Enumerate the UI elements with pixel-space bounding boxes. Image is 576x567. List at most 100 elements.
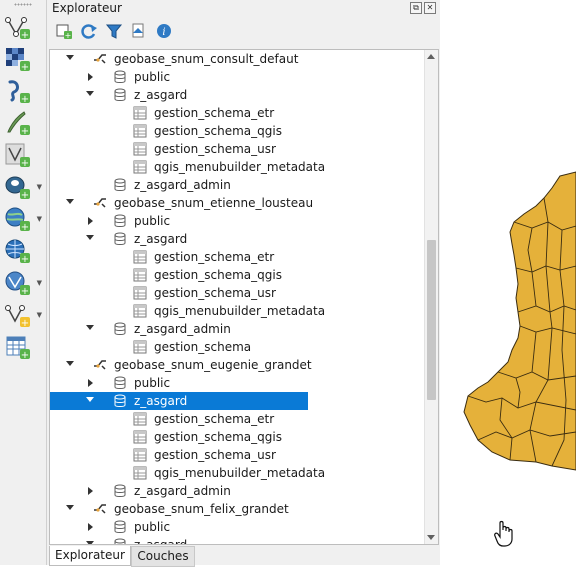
vertical-scrollbar[interactable] [424,50,438,544]
tree-row-connection[interactable]: geobase_snum_consult_defaut [50,50,424,68]
chevron-down-icon[interactable]: ▼ [37,215,42,223]
tree-row-schema[interactable]: z_asgard_admin [50,176,424,194]
digitize-button[interactable]: + [2,108,42,136]
tree-row-connection[interactable]: geobase_snum_eugenie_grandet [50,356,424,374]
tree-row-schema[interactable]: public [50,518,424,536]
tree-row-table[interactable]: qgis_menubuilder_metadata [50,158,424,176]
tree-row-schema[interactable]: public [50,212,424,230]
schema-database-icon [114,538,126,544]
toolbar-grip[interactable] [14,3,32,6]
tree-item-label: geobase_snum_felix_grandet [114,502,289,516]
table-icon [133,304,147,318]
expand-arrow-icon[interactable] [86,541,94,544]
tree-row-table[interactable]: gestion_schema_etr [50,104,424,122]
chevron-down-icon[interactable]: ▼ [37,311,42,319]
collapse-arrow-icon[interactable] [88,379,93,387]
expand-arrow-icon[interactable] [86,235,94,240]
new-vector-layer-icon: + [5,17,30,40]
wms-add-button[interactable]: + ▼ [2,204,42,232]
tree-row-schema[interactable]: z_asgard [50,230,424,248]
tree-row-connection[interactable]: geobase_snum_etienne_lousteau [50,194,424,212]
tree-row-table[interactable]: qgis_menubuilder_metadata [50,302,424,320]
table-icon [133,106,147,120]
scroll-up-icon[interactable] [427,54,435,59]
svg-text:+: + [21,318,29,328]
expand-arrow-icon[interactable] [86,397,94,402]
tree-row-table[interactable]: gestion_schema_qgis [50,266,424,284]
table-add-button[interactable]: + [2,332,42,360]
scroll-thumb[interactable] [427,240,436,400]
refresh-icon[interactable] [80,22,98,40]
globe-add-button[interactable]: + [2,236,42,264]
svg-text:+: + [21,350,29,360]
info-icon[interactable]: i [155,22,173,40]
scroll-down-icon[interactable] [427,535,435,540]
expand-arrow-icon[interactable] [66,199,74,204]
postgis-add-icon: + [5,176,30,200]
postgis-add-button[interactable]: + ▼ [2,172,42,200]
expand-arrow-icon[interactable] [86,91,94,96]
collapse-all-icon[interactable] [130,22,148,40]
svg-text:+: + [21,62,29,72]
expand-arrow-icon[interactable] [86,325,94,330]
expand-arrow-icon[interactable] [66,55,74,60]
tree-row-table[interactable]: qgis_menubuilder_metadata [50,464,424,482]
new-vector-layer-button[interactable]: + [2,12,42,40]
tree-row-table[interactable]: gestion_schema_usr [50,446,424,464]
tree-item-label: z_asgard_admin [134,322,231,336]
collapse-arrow-icon[interactable] [88,487,93,495]
svg-text:+: + [65,31,72,40]
virtual-layer-button[interactable]: + ▼ [2,300,42,328]
tree-row-table[interactable]: gestion_schema [50,338,424,356]
tree-row-table[interactable]: gestion_schema_qgis [50,122,424,140]
tree-row-schema[interactable]: z_asgard [50,86,424,104]
table-icon [133,412,147,426]
vector-layer-icon: + [5,143,30,168]
map-canvas[interactable] [440,0,576,565]
tab-explorateur[interactable]: Explorateur [49,546,131,566]
panel-title: Explorateur [52,1,122,15]
add-selected-layers-icon[interactable]: + [55,22,73,40]
collapse-arrow-icon[interactable] [88,217,93,225]
wfs-add-button[interactable]: + ▼ [2,268,42,296]
tree-row-connection[interactable]: geobase_snum_felix_grandet [50,500,424,518]
chevron-down-icon[interactable]: ▼ [37,279,42,287]
tree-row-schema[interactable]: z_asgard_admin [50,320,424,338]
connection-icon [94,54,106,64]
new-point-layer-button[interactable]: + [2,76,42,104]
new-raster-layer-button[interactable]: + [2,44,42,72]
chevron-down-icon[interactable]: ▼ [37,183,42,191]
tree-row-table[interactable]: gestion_schema_usr [50,140,424,158]
tab-couches[interactable]: Couches [131,546,195,567]
close-panel-icon[interactable]: ✕ [424,2,436,14]
tree-row-schema[interactable]: public [50,68,424,86]
tree-row-schema[interactable]: z_asgard [50,536,424,544]
float-panel-icon[interactable]: ⧉ [410,2,422,14]
tree-row-table[interactable]: gestion_schema_etr [50,248,424,266]
tree-row-table[interactable]: gestion_schema_qgis [50,428,424,446]
tree-item-label: z_asgard [134,232,188,246]
expand-arrow-icon[interactable] [66,361,74,366]
tree-row-table[interactable]: gestion_schema_usr [50,284,424,302]
new-point-layer-icon: + [8,80,30,104]
vector-layer-button[interactable]: + [2,140,42,168]
collapse-arrow-icon[interactable] [88,73,93,81]
table-icon [133,250,147,264]
connection-icon [94,504,106,514]
table-icon [133,124,147,138]
tree-item-label: gestion_schema_etr [154,106,275,120]
globe-add-icon: + [5,239,30,264]
filter-icon[interactable] [105,22,123,40]
browser-tree[interactable]: geobase_snum_consult_defaut public z_asgar… [49,49,439,545]
tree-item-label: gestion_schema [154,340,252,354]
expand-arrow-icon[interactable] [66,505,74,510]
tree-row-table[interactable]: gestion_schema_etr [50,410,424,428]
tree-item-label: z_asgard_admin [134,484,231,498]
tree-row-schema[interactable]: public [50,374,424,392]
collapse-arrow-icon[interactable] [88,523,93,531]
virtual-layer-icon: + [5,305,30,328]
tree-row-schema[interactable]: z_asgard [50,392,424,410]
connection-icon [94,198,106,208]
schema-database-icon [114,88,126,101]
tree-row-schema[interactable]: z_asgard_admin [50,482,424,500]
